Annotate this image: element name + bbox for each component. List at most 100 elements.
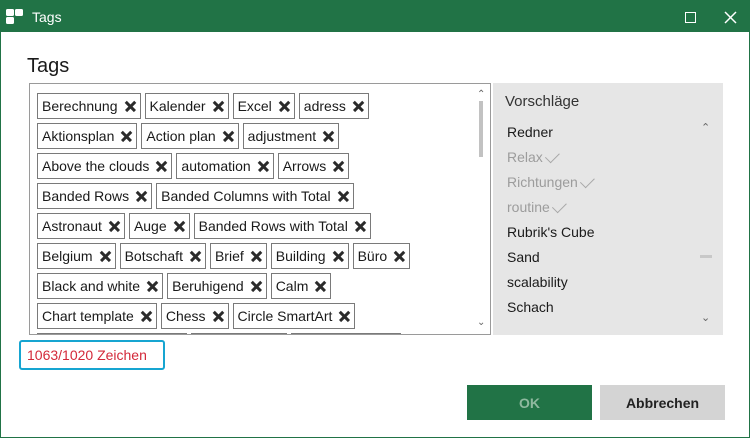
tag-chip[interactable]: Beruhigend — [167, 273, 267, 299]
suggestion-label: scalability — [507, 274, 568, 290]
tag-chip[interactable]: Building — [270, 243, 349, 269]
tag-chip[interactable]: Kalender — [144, 93, 229, 119]
tag-row: Black and white Beruhigend Calm — [37, 273, 332, 299]
tag-chip[interactable]: Banded Columns with Total — [156, 183, 354, 209]
remove-tag-icon[interactable] — [147, 281, 158, 292]
tag-chip[interactable] — [37, 333, 187, 334]
remove-tag-icon[interactable] — [136, 191, 147, 202]
tag-label: Botschaft — [124, 248, 183, 264]
remove-tag-icon[interactable] — [190, 251, 201, 262]
tag-chip[interactable]: automation — [176, 153, 274, 179]
suggestions-scroll-thumb[interactable] — [700, 255, 712, 258]
remove-tag-icon[interactable] — [213, 311, 224, 322]
tag-label: Auge — [133, 218, 167, 234]
tag-chip[interactable]: Aktionsplan — [37, 123, 138, 149]
tag-row: Berechnung Kalender Excel adress — [37, 93, 369, 119]
checkmark-icon — [551, 198, 567, 214]
remove-tag-icon[interactable] — [323, 131, 334, 142]
tag-chip[interactable]: Calm — [270, 273, 332, 299]
suggestion-item[interactable]: Relax — [507, 148, 561, 165]
tag-row: Above the clouds automation Arrows — [37, 153, 350, 179]
tags-list[interactable]: Berechnung Kalender Excel adress Aktionsplan… — [29, 83, 491, 335]
suggestion-label: Richtungen — [507, 174, 578, 190]
suggestion-item[interactable]: Sand — [507, 249, 540, 265]
close-button[interactable] — [713, 1, 747, 32]
tag-chip[interactable]: Action plan — [141, 123, 239, 149]
scroll-up-arrow-icon[interactable]: ⌃ — [477, 89, 485, 100]
remove-tag-icon[interactable] — [315, 281, 326, 292]
tag-chip[interactable]: Chess — [160, 303, 229, 329]
ok-button[interactable]: OK — [467, 385, 592, 420]
suggestion-label: Redner — [507, 124, 553, 140]
remove-tag-icon[interactable] — [339, 311, 350, 322]
tag-chip[interactable]: Berechnung — [37, 93, 141, 119]
tag-chip[interactable]: Banded Rows — [37, 183, 153, 209]
remove-tag-icon[interactable] — [121, 131, 132, 142]
remove-tag-icon[interactable] — [353, 101, 364, 112]
tag-label: adress — [303, 98, 346, 114]
suggestion-item[interactable]: scalability — [507, 274, 568, 290]
tag-chip[interactable]: Circle SmartArt — [232, 303, 356, 329]
tags-scrollbar[interactable]: ⌃ ⌄ — [472, 83, 491, 335]
suggestion-label: Rubrik's Cube — [507, 224, 595, 240]
suggestions-scroll-up-icon[interactable]: ⌃ — [701, 121, 710, 134]
title-bar[interactable]: Tags — [1, 1, 749, 32]
tag-chip[interactable]: Chart template — [37, 303, 157, 329]
tag-chip[interactable]: Excel — [232, 93, 295, 119]
remove-tag-icon[interactable] — [100, 251, 111, 262]
tag-label: Brief — [214, 248, 244, 264]
remove-tag-icon[interactable] — [156, 161, 167, 172]
tag-chip[interactable]: Belgium — [37, 243, 116, 269]
tag-chip[interactable]: Brief — [209, 243, 267, 269]
tag-chip[interactable]: Banded Rows with Total — [193, 213, 371, 239]
cancel-button[interactable]: Abbrechen — [600, 385, 725, 420]
scroll-down-arrow-icon[interactable]: ⌄ — [477, 317, 485, 328]
suggestion-item[interactable]: routine — [507, 198, 568, 215]
tag-row: Banded Rows Banded Columns with Total — [37, 183, 354, 209]
remove-tag-icon[interactable] — [333, 161, 344, 172]
suggestion-item[interactable]: Schach — [507, 299, 554, 315]
tag-chip[interactable] — [191, 333, 287, 334]
tag-row: Astronaut Auge Banded Rows with Total — [37, 213, 371, 239]
remove-tag-icon[interactable] — [109, 221, 120, 232]
remove-tag-icon[interactable] — [355, 221, 366, 232]
remove-tag-icon[interactable] — [213, 101, 224, 112]
remove-tag-icon[interactable] — [125, 101, 136, 112]
scroll-thumb[interactable] — [479, 101, 483, 157]
dialog-heading: Tags — [27, 55, 70, 77]
remove-tag-icon[interactable] — [251, 281, 262, 292]
remove-tag-icon[interactable] — [223, 131, 234, 142]
suggestions-panel: Vorschläge Redner Relax Richtungen routine R… — [493, 83, 723, 335]
tag-label: Calm — [275, 278, 309, 294]
tag-chip[interactable]: Botschaft — [119, 243, 206, 269]
remove-tag-icon[interactable] — [333, 251, 344, 262]
suggestion-item[interactable]: Richtungen — [507, 173, 596, 190]
remove-tag-icon[interactable] — [251, 251, 262, 262]
tag-row: Belgium Botschaft Brief Building Büro — [37, 243, 411, 269]
tag-label: Banded Rows — [42, 188, 130, 204]
tag-row: Aktionsplan Action plan adjustment — [37, 123, 340, 149]
tag-chip[interactable]: adress — [298, 93, 369, 119]
remove-tag-icon[interactable] — [258, 161, 269, 172]
suggestions-scroll-down-icon[interactable]: ⌄ — [701, 311, 710, 324]
suggestion-item[interactable]: Redner — [507, 124, 553, 140]
tags-dialog-window: Tags Tags Berechnung Kalender Excel adress A… — [0, 0, 750, 438]
remove-tag-icon[interactable] — [141, 311, 152, 322]
tag-chip[interactable]: adjustment — [242, 123, 340, 149]
tag-chip[interactable] — [291, 333, 401, 334]
remove-tag-icon[interactable] — [279, 101, 290, 112]
remove-tag-icon[interactable] — [338, 191, 349, 202]
close-icon — [724, 11, 737, 24]
tag-chip[interactable]: Black and white — [37, 273, 164, 299]
remove-tag-icon[interactable] — [394, 251, 405, 262]
tag-label: Beruhigend — [172, 278, 244, 294]
tag-chip[interactable]: Auge — [128, 213, 190, 239]
suggestion-item[interactable]: Rubrik's Cube — [507, 224, 595, 240]
tag-chip[interactable]: Astronaut — [37, 213, 125, 239]
tag-chip[interactable]: Büro — [352, 243, 411, 269]
tag-chip[interactable]: Arrows — [277, 153, 350, 179]
maximize-button[interactable] — [673, 1, 707, 32]
tag-chip[interactable]: Above the clouds — [37, 153, 173, 179]
suggestion-label: Schach — [507, 299, 554, 315]
remove-tag-icon[interactable] — [174, 221, 185, 232]
